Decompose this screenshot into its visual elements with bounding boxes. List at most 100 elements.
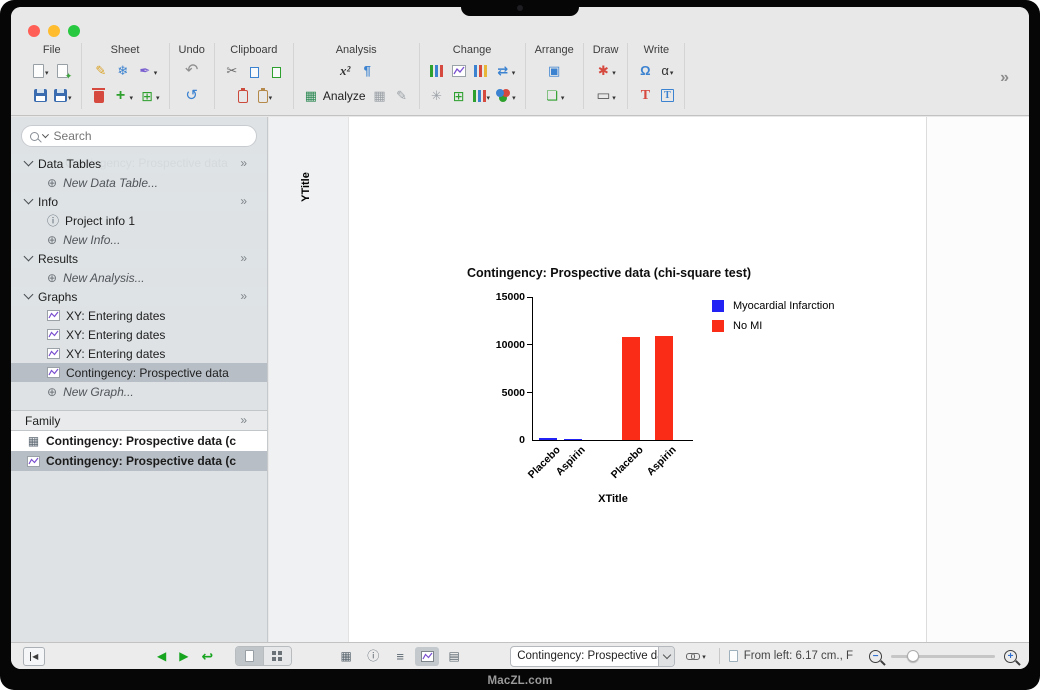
- sidebar-item-new-info[interactable]: New Info...: [11, 230, 267, 249]
- transform-button[interactable]: x²: [337, 60, 353, 82]
- sidebar-section-graphs[interactable]: Graphs: [11, 287, 267, 306]
- family-item-table[interactable]: Contingency: Prospective data (c: [11, 431, 267, 451]
- sidebar-item-graph-xy-2[interactable]: XY: Entering dates: [11, 325, 267, 344]
- format-points-button[interactable]: [429, 85, 445, 107]
- sidebar-item-new-analysis[interactable]: New Analysis...: [11, 268, 267, 287]
- freeze-sheet-button[interactable]: [115, 60, 131, 82]
- text-box-button[interactable]: T: [659, 85, 675, 107]
- line-chart-icon: [452, 65, 466, 77]
- gallery-view-button[interactable]: [263, 647, 291, 665]
- duplicate-button[interactable]: [268, 60, 284, 82]
- symbol-button[interactable]: [637, 60, 653, 82]
- previous-sheet-button[interactable]: ◀: [157, 650, 166, 662]
- open-file-button[interactable]: [55, 60, 71, 82]
- graph-icon: [27, 456, 40, 467]
- section-more-icon[interactable]: [240, 251, 247, 265]
- table-view-button[interactable]: [334, 647, 358, 666]
- results-table-button[interactable]: [372, 85, 388, 107]
- apply-style-button[interactable]: [394, 85, 410, 107]
- bar-mi-aspirin: [564, 439, 582, 440]
- redo-button[interactable]: [184, 85, 200, 107]
- chart-settings-icon: [473, 90, 486, 102]
- info-icon: [365, 647, 381, 665]
- clipboard-icon: [238, 90, 248, 103]
- delete-sheet-button[interactable]: [91, 85, 107, 107]
- section-more-icon[interactable]: [240, 289, 247, 303]
- insert-sheet-button[interactable]: [139, 85, 160, 107]
- draw-shape-button[interactable]: [595, 85, 616, 107]
- sidebar-item-graph-contingency[interactable]: Contingency: Prospective data: [11, 363, 267, 382]
- group-objects-button[interactable]: [544, 85, 565, 107]
- interpolate-button[interactable]: [359, 60, 375, 82]
- snowflake-icon: [115, 62, 131, 80]
- search-input[interactable]: [52, 128, 248, 144]
- go-back-button[interactable]: ↩: [201, 649, 213, 663]
- text-tool-button[interactable]: T: [637, 85, 653, 107]
- analyze-label: Analyze: [323, 89, 366, 103]
- add-dataset-button[interactable]: [451, 85, 467, 107]
- section-more-icon[interactable]: [240, 156, 247, 170]
- sidebar-item-graph-xy-1[interactable]: XY: Entering dates: [11, 306, 267, 325]
- new-sheet-button[interactable]: [113, 85, 134, 107]
- toolbar-overflow-button[interactable]: [1000, 69, 1009, 87]
- next-sheet-button[interactable]: ▶: [179, 650, 188, 662]
- new-file-button[interactable]: [33, 60, 49, 82]
- color-scheme-button[interactable]: [496, 85, 516, 107]
- info-view-button[interactable]: [361, 647, 385, 666]
- sidebar-section-results[interactable]: Results: [11, 249, 267, 268]
- greek-alpha-button[interactable]: α: [659, 60, 675, 82]
- section-more-icon[interactable]: [240, 413, 247, 427]
- zoom-slider[interactable]: [891, 650, 995, 662]
- sidebar-item-project-info[interactable]: Project info 1: [11, 211, 267, 230]
- analyze-button[interactable]: Analyze: [303, 85, 366, 107]
- search-box[interactable]: [21, 125, 257, 147]
- layout-view-button[interactable]: [442, 647, 466, 666]
- collapse-navigator-button[interactable]: [23, 647, 45, 666]
- search-options-chevron-icon[interactable]: [42, 131, 49, 138]
- change-graph-type-button[interactable]: [429, 60, 445, 82]
- save-as-button[interactable]: [54, 85, 72, 107]
- results-view-button[interactable]: [388, 647, 412, 666]
- draw-points-button[interactable]: [595, 60, 616, 82]
- align-objects-button[interactable]: [546, 60, 562, 82]
- graph-icon: [47, 367, 60, 378]
- right-page-margin: [926, 117, 1029, 642]
- graph-page[interactable]: Contingency: Prospective data (chi-squar…: [348, 117, 944, 642]
- save-button[interactable]: [32, 85, 48, 107]
- zoom-slider-thumb[interactable]: [907, 650, 919, 662]
- section-more-icon[interactable]: [240, 194, 247, 208]
- swap-data-button[interactable]: [495, 60, 516, 82]
- zoom-in-button[interactable]: [1004, 650, 1017, 663]
- zoom-button[interactable]: [68, 25, 80, 37]
- family-item-graph[interactable]: Contingency: Prospective data (c: [11, 451, 267, 471]
- minimize-button[interactable]: [48, 25, 60, 37]
- undo-button[interactable]: [184, 60, 200, 82]
- sheet-selector-dropdown[interactable]: Contingency: Prospective da: [510, 646, 675, 667]
- zoom-out-button[interactable]: [869, 650, 882, 663]
- sidebar-item-new-graph[interactable]: New Graph...: [11, 382, 267, 401]
- line-graph-button[interactable]: [451, 60, 467, 82]
- sidebar-item-new-data-table[interactable]: New Data Table...: [11, 173, 267, 192]
- copy-button[interactable]: [246, 60, 262, 82]
- rename-sheet-button[interactable]: [93, 60, 109, 82]
- dropdown-caret-button[interactable]: [658, 647, 674, 666]
- paste-special-button[interactable]: [257, 85, 273, 107]
- pin-sheet-button[interactable]: [137, 60, 158, 82]
- graph-settings-button[interactable]: [473, 85, 491, 107]
- y-tick-label: 15000: [483, 291, 525, 303]
- sidebar-section-data-tables[interactable]: Data Tables: [11, 154, 267, 173]
- close-button[interactable]: [28, 25, 40, 37]
- toolbar-group-write: Write α T T: [628, 43, 685, 109]
- family-section-header[interactable]: Family: [11, 410, 267, 431]
- paste-button[interactable]: [235, 85, 251, 107]
- cut-button[interactable]: [224, 60, 240, 82]
- sidebar-item-graph-xy-3[interactable]: XY: Entering dates: [11, 344, 267, 363]
- sidebar-section-info[interactable]: Info: [11, 192, 267, 211]
- linked-sheets-button[interactable]: [686, 650, 706, 662]
- single-sheet-view-button[interactable]: [236, 647, 263, 665]
- chain-link-icon: [686, 653, 695, 660]
- bar-graph-button[interactable]: [473, 60, 489, 82]
- graph-view-button[interactable]: [415, 647, 439, 666]
- toolbar-group-clipboard: Clipboard: [215, 43, 294, 109]
- toolbar-group-label-file: File: [43, 43, 61, 58]
